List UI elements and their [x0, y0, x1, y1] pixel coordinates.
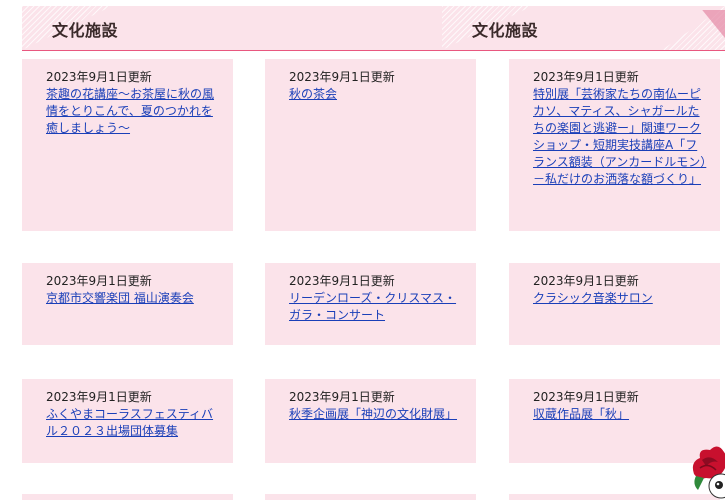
update-date: 2023年9月1日更新 [46, 274, 152, 288]
event-card: 2023年9月1日更新 クラシック音楽サロン [509, 263, 720, 345]
event-card: 2023年9月1日更新 京都市交響楽団 福山演奏会 [22, 263, 233, 345]
event-card: 2023年9月1日更新 秋季企画展「神辺の文化財展」 [265, 379, 476, 463]
event-card: 2023年9月1日更新 特別展「芸術家たちの南仏ーピカソ、マティス、シャガールた… [509, 59, 720, 231]
event-link[interactable]: 秋の茶会 [289, 86, 464, 103]
update-date: 2023年9月1日更新 [533, 70, 639, 84]
event-link[interactable]: クラシック音楽サロン [533, 290, 708, 307]
update-date: 2023年9月1日更新 [289, 274, 395, 288]
rose-mascot-icon[interactable] [688, 440, 725, 500]
event-card [22, 494, 233, 500]
event-link[interactable]: リーデンローズ・クリスマス・ガラ・コンサート [289, 290, 464, 324]
event-link[interactable]: ふくやまコーラスフェスティバル２０２３出場団体募集 [46, 406, 221, 440]
section-title: 文化施設 [472, 21, 539, 40]
update-date: 2023年9月1日更新 [46, 390, 152, 404]
event-link[interactable]: 京都市交響楽団 福山演奏会 [46, 290, 221, 307]
section-header: 文化施設 文化施設 [22, 6, 725, 51]
update-date: 2023年9月1日更新 [533, 390, 639, 404]
update-date: 2023年9月1日更新 [533, 274, 639, 288]
event-link[interactable]: 特別展「芸術家たちの南仏ーピカソ、マティス、シャガールたちの楽園と逃避ー」関連ワ… [533, 86, 708, 188]
update-date: 2023年9月1日更新 [289, 390, 395, 404]
event-card: 2023年9月1日更新 ふくやまコーラスフェスティバル２０２３出場団体募集 [22, 379, 233, 463]
update-date: 2023年9月1日更新 [289, 70, 395, 84]
event-link[interactable]: 収蔵作品展「秋」 [533, 406, 708, 423]
event-link[interactable]: 秋季企画展「神辺の文化財展」 [289, 406, 464, 423]
section-title: 文化施設 [52, 21, 119, 40]
event-card: 2023年9月1日更新 リーデンローズ・クリスマス・ガラ・コンサート [265, 263, 476, 345]
event-link[interactable]: 茶趣の花講座～お茶屋に秋の風情をとりこんで、夏のつかれを癒しましょう～ [46, 86, 221, 137]
event-card: 2023年9月1日更新 秋の茶会 [265, 59, 476, 231]
event-card: 2023年9月1日更新 茶趣の花講座～お茶屋に秋の風情をとりこんで、夏のつかれを… [22, 59, 233, 231]
update-date: 2023年9月1日更新 [46, 70, 152, 84]
event-card [265, 494, 476, 500]
